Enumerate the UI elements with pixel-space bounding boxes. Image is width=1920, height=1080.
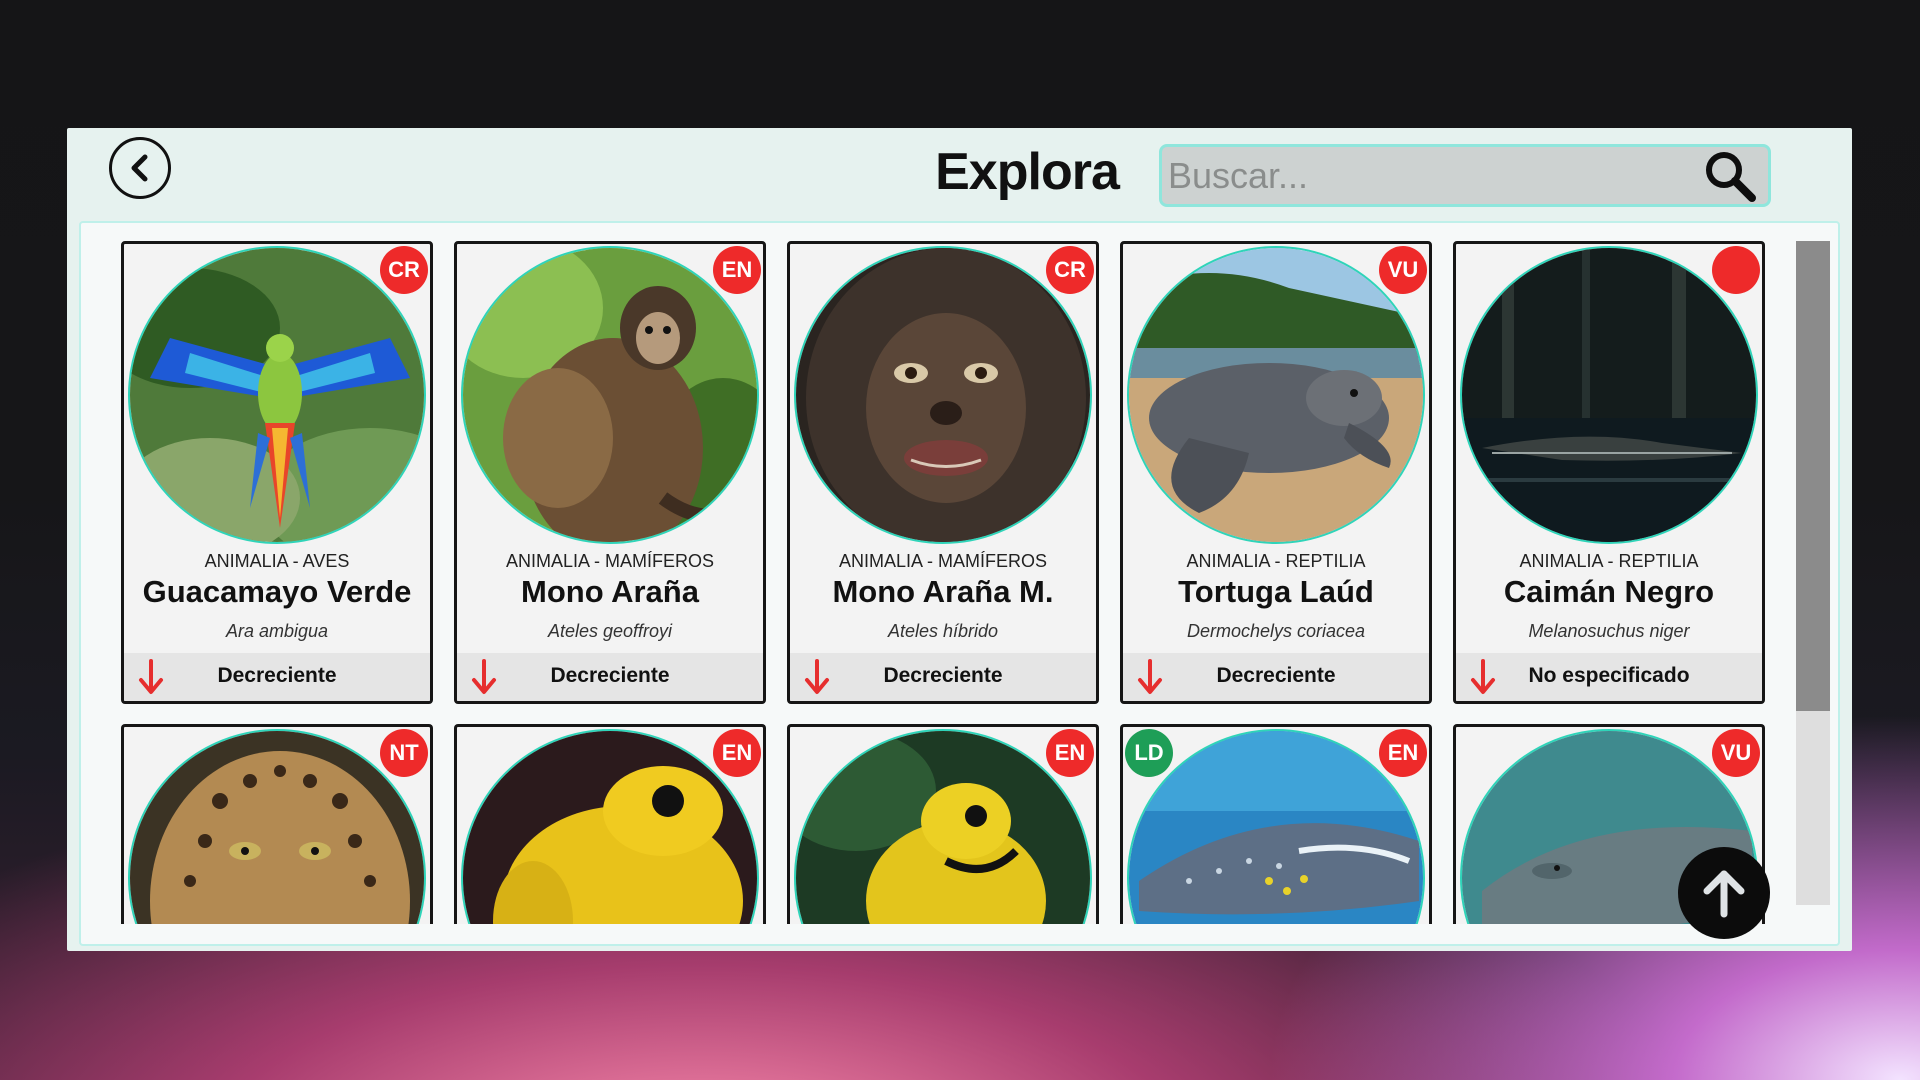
scientific-name: Ateles geoffroyi xyxy=(547,621,673,641)
species-card[interactable]: EN xyxy=(454,724,766,924)
population-trend: No especificado xyxy=(1456,653,1762,701)
species-name: Guacamayo Verde xyxy=(142,574,412,609)
trend-label: Decreciente xyxy=(217,664,337,687)
scientific-name: Melanosuchus niger xyxy=(1528,621,1690,641)
trend-label: Decreciente xyxy=(550,664,670,687)
status-badge: CR xyxy=(1046,246,1094,294)
chevron-left-icon xyxy=(131,154,148,182)
scientific-name: Ara ambigua xyxy=(225,621,329,641)
species-list: CR ANIMALIA - AVES Guacamayo Verde Ara a… xyxy=(79,221,1840,946)
status-badge-secondary: LD xyxy=(1125,729,1173,777)
species-card[interactable]: ANIMALIA - REPTILIA Caimán Negro Melanos… xyxy=(1453,241,1765,704)
status-badge xyxy=(1712,246,1760,294)
status-badge: EN xyxy=(713,729,761,777)
app-window: Explora Buscar... CR ANIMALIA - AVES Gua… xyxy=(67,128,1852,951)
scientific-name: Dermochelys coriacea xyxy=(1186,621,1366,641)
taxon-label: ANIMALIA - MAMÍFEROS xyxy=(838,551,1048,571)
species-card[interactable]: VU ANIMALIA - REPTILIA Tortuga Laúd Derm… xyxy=(1120,241,1432,704)
species-card[interactable]: EN ANIMALIA - MAMÍFEROS Mono Araña Atele… xyxy=(454,241,766,704)
scientific-name: Ateles híbrido xyxy=(887,621,999,641)
search-input[interactable] xyxy=(1162,146,1700,205)
species-card[interactable]: CR ANIMALIA - MAMÍFEROS Mono Araña M. At… xyxy=(787,241,1099,704)
species-name: Mono Araña xyxy=(521,574,699,609)
population-trend: Decreciente xyxy=(1123,653,1429,701)
taxon-label: ANIMALIA - REPTILIA xyxy=(1519,551,1699,571)
macaw-photo xyxy=(128,246,426,544)
taxon-label: ANIMALIA - REPTILIA xyxy=(1186,551,1366,571)
search-box xyxy=(1159,144,1771,207)
status-badge: CR xyxy=(380,246,428,294)
population-trend: Decreciente xyxy=(790,653,1096,701)
trend-label: Decreciente xyxy=(883,664,1003,687)
status-badge: VU xyxy=(1712,729,1760,777)
species-card[interactable]: CR ANIMALIA - AVES Guacamayo Verde Ara a… xyxy=(121,241,433,704)
taxon-label: ANIMALIA - MAMÍFEROS xyxy=(505,551,715,571)
scrollbar[interactable] xyxy=(1796,241,1830,905)
population-trend: Decreciente xyxy=(124,653,430,701)
top-bar: Explora xyxy=(67,128,1852,218)
status-badge: EN xyxy=(713,246,761,294)
status-badge: EN xyxy=(1046,729,1094,777)
trend-label: No especificado xyxy=(1528,664,1690,687)
spider-monkey-photo xyxy=(461,246,759,544)
back-button[interactable] xyxy=(109,137,171,199)
status-badge: EN xyxy=(1379,729,1427,777)
dark-monkey-photo xyxy=(794,246,1092,544)
species-card[interactable]: NT xyxy=(121,724,433,924)
status-badge: VU xyxy=(1379,246,1427,294)
species-card[interactable]: EN xyxy=(787,724,1099,924)
arrow-up-icon xyxy=(1703,870,1745,918)
status-badge: NT xyxy=(380,729,428,777)
population-trend: Decreciente xyxy=(457,653,763,701)
scrollbar-thumb[interactable] xyxy=(1796,241,1830,711)
species-name: Caimán Negro xyxy=(1503,574,1715,609)
leatherback-turtle-photo xyxy=(1127,246,1425,544)
search-icon[interactable] xyxy=(1700,146,1760,206)
black-caiman-photo xyxy=(1460,246,1758,544)
species-card[interactable]: LD EN xyxy=(1120,724,1432,924)
species-name: Mono Araña M. xyxy=(832,574,1054,609)
species-name: Tortuga Laúd xyxy=(1178,574,1374,609)
trend-label: Decreciente xyxy=(1216,664,1336,687)
scroll-to-top-button[interactable] xyxy=(1678,847,1770,939)
taxon-label: ANIMALIA - AVES xyxy=(204,551,350,571)
